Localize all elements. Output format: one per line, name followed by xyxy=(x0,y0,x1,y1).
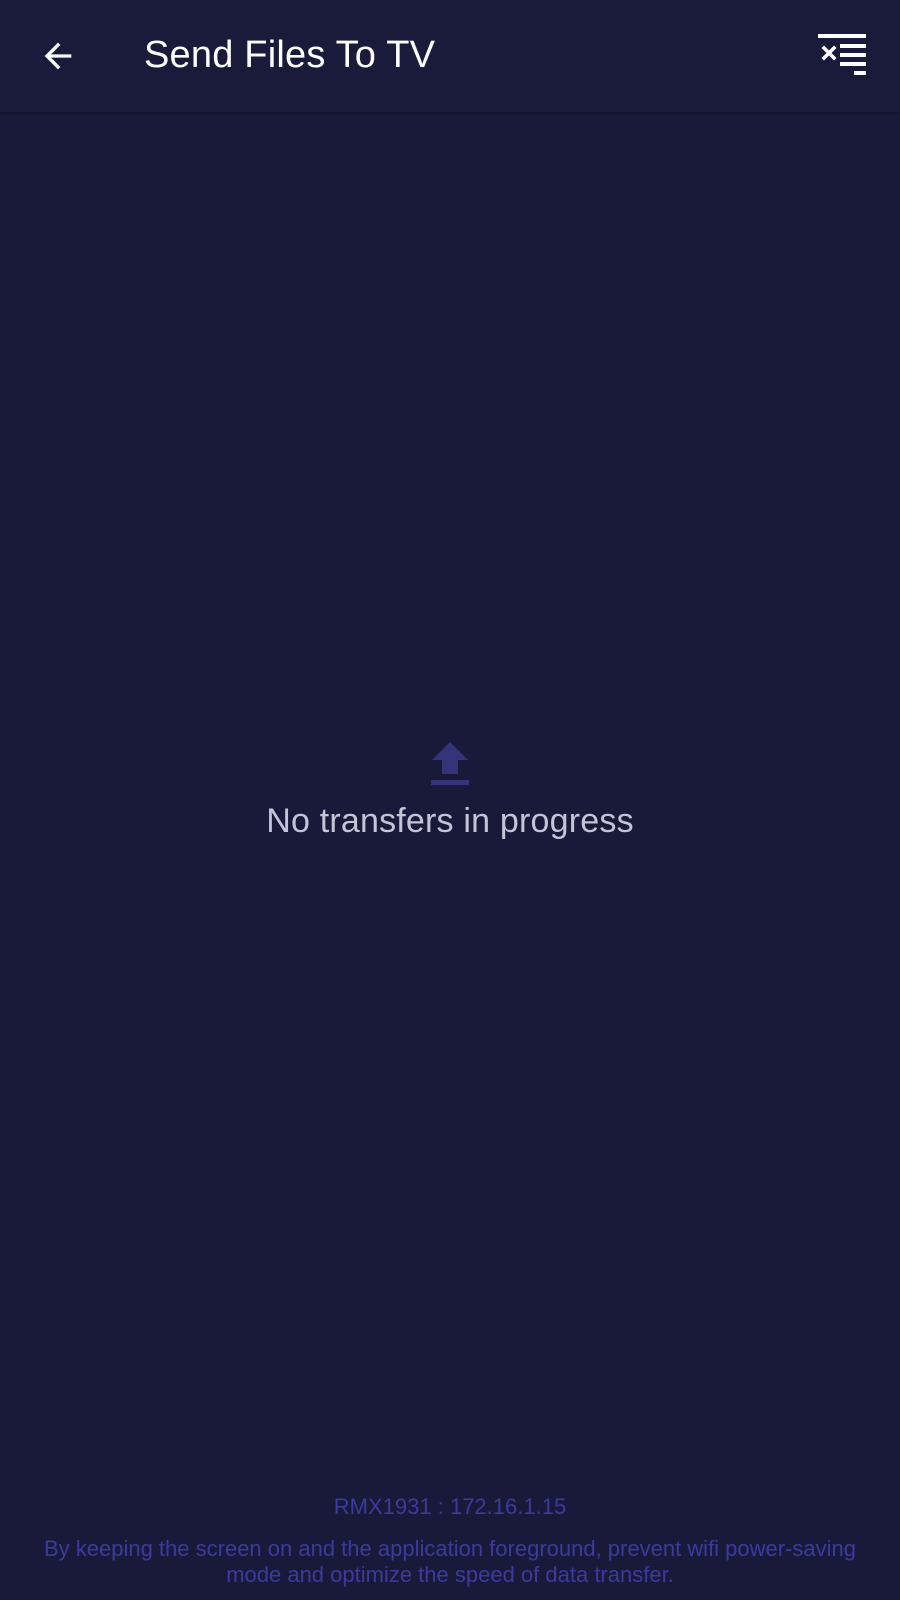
device-info: RMX1931 : 172.16.1.15 xyxy=(333,1494,567,1519)
clear-list-button[interactable] xyxy=(812,24,876,88)
empty-state: No transfers in progress xyxy=(0,740,900,841)
app-bar: Send Files To TV xyxy=(0,0,900,112)
footer: RMX1931 : 172.16.1.15 By keeping the scr… xyxy=(40,1494,860,1588)
clear-list-icon xyxy=(818,34,866,75)
footer-note: By keeping the screen on and the applica… xyxy=(43,1536,857,1587)
arrow-left-icon xyxy=(44,42,72,70)
back-button[interactable] xyxy=(26,24,90,88)
empty-state-message: No transfers in progress xyxy=(266,802,634,840)
upload-icon xyxy=(431,742,469,785)
page-title: Send Files To TV xyxy=(144,34,436,76)
